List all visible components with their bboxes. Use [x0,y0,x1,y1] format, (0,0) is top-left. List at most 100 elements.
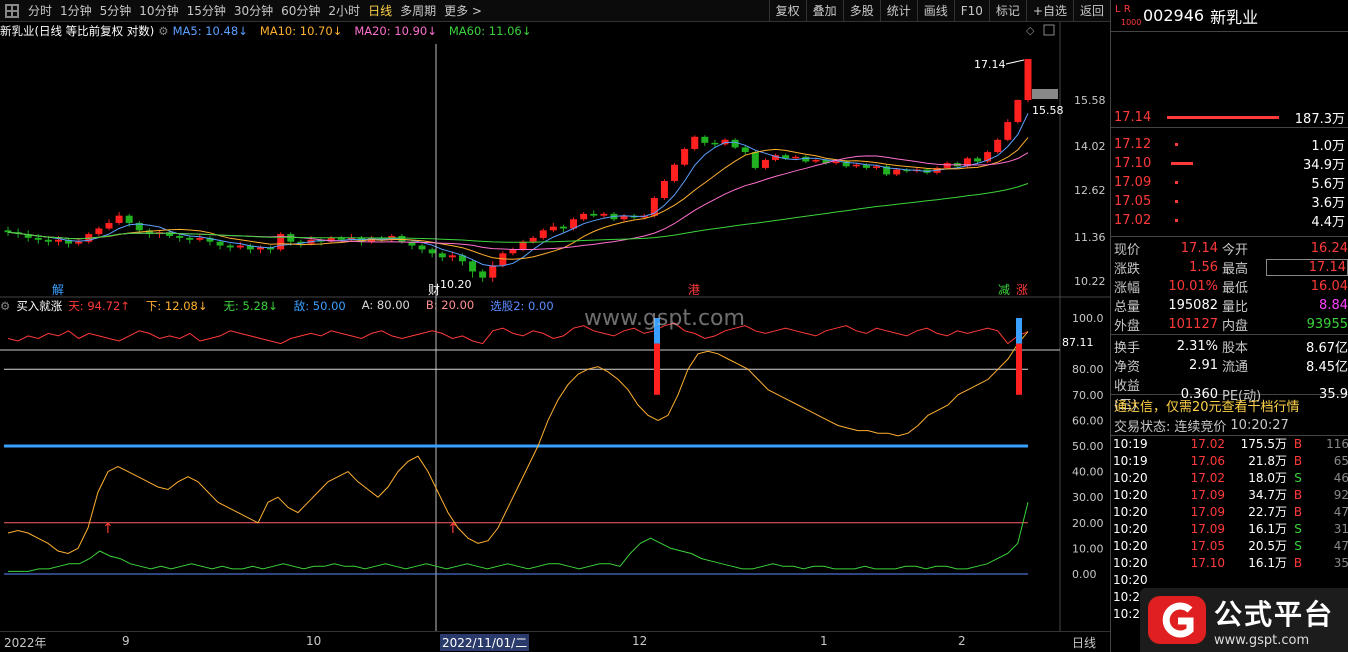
tick-row: 10:19 17.06 21.8万 B 65 [1111,453,1348,470]
tick-volume: 16.1万 [1248,556,1287,570]
event-marker[interactable]: 解 [52,283,64,297]
indicator-tick: 50.00 [1072,440,1104,453]
timeframe-tab[interactable]: 15分钟 [183,2,230,19]
buy-arrow-icon: ↑ [447,521,459,537]
toolbar-button[interactable]: 复权 [768,0,806,21]
toolbar-button[interactable]: 多股 [842,0,880,21]
candle-body [559,226,567,229]
date-axis-label: 2022/11/01/二 [440,634,530,651]
candle-body [741,147,749,153]
kline-chart-canvas[interactable]: 15.58 14.02 12.62 11.36 10.22 17.14 15.58 10.20… [0,22,1110,631]
toolbar-button[interactable]: 返回 [1072,0,1110,21]
event-marker[interactable]: 减 [998,283,1010,297]
quote-row: 现价 17.14 今开 16.24 [1111,239,1348,258]
quote-label: 流通 [1222,360,1249,375]
toolbar-button[interactable]: 画线 [916,0,954,21]
trade-status-time: 10:20:27 [1230,418,1289,433]
high-price-arrow [1005,59,1025,65]
event-marker[interactable]: 港 [688,283,700,297]
date-axis-period[interactable]: 日线 [1072,634,1096,651]
candle-body [1004,122,1012,140]
quote-label: 现价 [1114,243,1141,258]
candle-body [469,261,477,272]
buy-level[interactable]: 17.09 5.6万 [1111,173,1348,192]
tick-price: 17.02 [1190,471,1225,485]
timeframe-tabs: 分时 1分钟 5分钟 10分钟 15分钟 30分钟 60分钟 2小时 日线 多周期 更多 > [24,2,486,19]
toolbar-button[interactable]: 统计 [879,0,917,21]
timeframe-tab[interactable]: 30分钟 [230,2,277,19]
event-marker[interactable]: 涨 [1016,282,1028,297]
tick-volume: 18.0万 [1248,471,1287,485]
buy-level[interactable]: 17.05 3.6万 [1111,192,1348,211]
layout-grid-icon[interactable] [5,3,19,18]
tick-side: B [1293,488,1303,502]
buy-price: 17.12 [1114,137,1152,152]
trade-status-value: 连续竞价 [1174,420,1227,435]
tick-count: 47 [1333,539,1348,553]
buy-volume: 34.9万 [1303,158,1345,173]
tick-count: 31 [1333,522,1348,536]
candle-body [519,241,527,250]
gspt-logo-icon [1148,596,1206,644]
timeframe-tab[interactable]: 10分钟 [135,2,182,19]
timeframe-tab[interactable]: 60分钟 [277,2,324,19]
stock-flags: L R 1000 [1113,3,1143,29]
quote-value: 16.04 [1310,279,1348,294]
timeframe-tab[interactable]: 1分钟 [56,2,96,19]
event-marker[interactable]: 财 [428,283,440,297]
promo-text[interactable]: 通达信，仅需20元查看千档行情 [1114,396,1300,415]
price-tick: 11.36 [1074,231,1106,244]
buy-volume-bar [1175,181,1179,184]
quote-value: 195082 [1168,298,1218,313]
date-axis-label: 10 [306,634,322,648]
buy-level[interactable]: 17.10 34.9万 [1111,154,1348,173]
timeframe-tab[interactable]: 5分钟 [96,2,136,19]
diamond-icon[interactable]: ◇ [1026,24,1035,37]
quote-value: 101127 [1168,317,1218,332]
indicator-tick: 0.00 [1072,568,1097,581]
buy-level[interactable]: 17.12 1.0万 [1111,135,1348,154]
timeframe-tab[interactable]: 多周期 [396,2,440,19]
toolbar-button[interactable]: +自选 [1025,0,1073,21]
date-axis-label: 2 [958,634,966,648]
timeframe-tab[interactable]: 更多 > [440,2,486,19]
sell-level[interactable]: 17.14 187.3万 [1111,108,1348,127]
timeframe-tab[interactable]: 日线 [364,2,396,19]
indicator-line-tian [7,322,1029,345]
price-marker-box [1032,89,1058,99]
candle-body [4,230,12,233]
toolbar-button[interactable]: F10 [953,0,989,21]
signal-bar [654,343,660,395]
tick-volume: 175.5万 [1240,437,1287,451]
candle-body [448,255,456,258]
indicator-tick: 20.00 [1072,517,1104,530]
quote-value: 93955 [1306,317,1348,332]
buy-volume: 4.4万 [1311,215,1345,230]
buy-volume: 3.6万 [1311,196,1345,211]
tick-volume: 21.8万 [1248,454,1287,468]
quote-row: 涨幅 10.01% 最低 16.04 [1111,277,1348,296]
timeframe-tab[interactable]: 2小时 [324,2,364,19]
buy-level[interactable]: 17.02 4.4万 [1111,211,1348,230]
toolbar-button[interactable]: 标记 [988,0,1026,21]
quote-row: 涨跌 1.56 最高 17.14 [1111,258,1348,277]
candle-body [761,159,769,168]
quote-value: 16.24 [1310,241,1348,256]
order-book-sell-spacer [1111,32,1348,108]
timeframe-tab[interactable]: 分时 [24,2,56,19]
window-restore-icon[interactable] [1043,24,1055,36]
quote-value: 1.56 [1189,260,1218,275]
candle-body [802,156,810,162]
indicator-tick: 10.00 [1072,542,1104,555]
signal-bar [1016,343,1022,395]
indicator-line-xia [7,331,1029,555]
flag-lr: L R [1115,3,1131,15]
candle-body [226,245,234,248]
quote-value: 8.84 [1319,298,1348,313]
candle-body [95,228,103,235]
tick-volume: 20.5万 [1248,539,1287,553]
toolbar-button[interactable]: 叠加 [805,0,843,21]
date-axis-label: 1 [820,634,828,648]
tick-time: 10:20 [1113,505,1148,519]
candle-body [44,239,52,242]
